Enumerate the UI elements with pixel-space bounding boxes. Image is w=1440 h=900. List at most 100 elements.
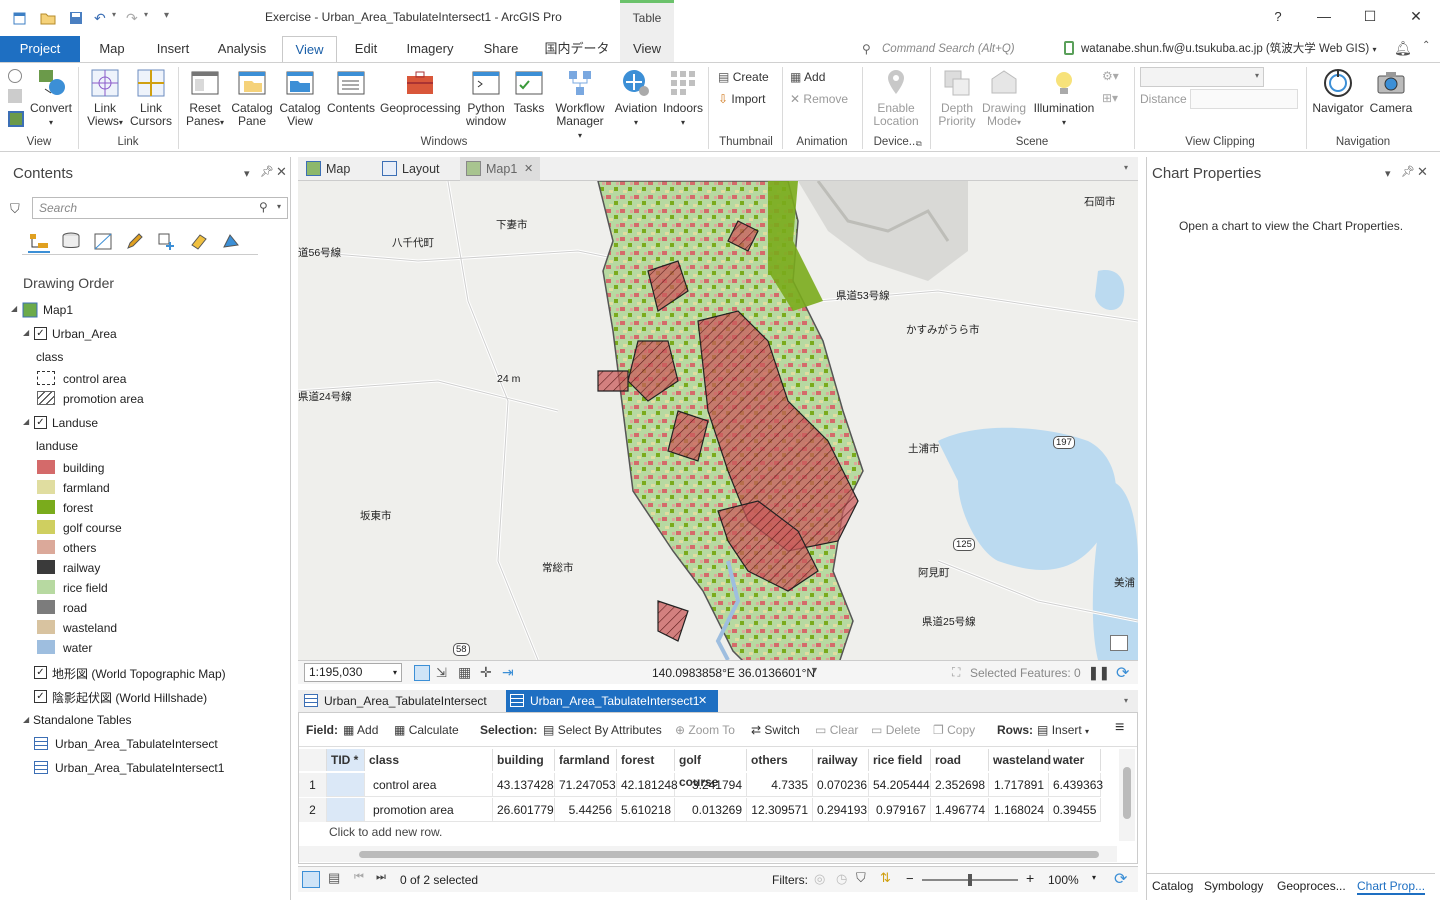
list-by-labeling-icon[interactable] — [188, 231, 210, 251]
table-cell[interactable]: 1.168024 — [989, 798, 1049, 822]
calculate-field-button[interactable]: ▦ Calculate — [394, 722, 459, 738]
table-cell[interactable]: 3.241794 — [675, 773, 747, 797]
expand-toggle-icon[interactable]: ◢ — [23, 417, 29, 426]
tab-layout-view[interactable]: Layout — [376, 157, 456, 181]
scrollbar-thumb[interactable] — [359, 851, 1099, 858]
table-cell[interactable]: 71.247053 — [555, 773, 617, 797]
copy-button[interactable]: ❐ Copy — [933, 722, 975, 738]
close-window-button[interactable]: ✕ — [1406, 8, 1426, 25]
link-cursors-button[interactable]: Link Cursors — [128, 67, 174, 128]
create-thumbnail-button[interactable]: ▤ Create — [718, 69, 769, 85]
pause-drawing-icon[interactable]: ❚❚ — [1088, 665, 1110, 681]
navigator-button[interactable]: Navigator — [1310, 67, 1366, 115]
drawing-mode-button[interactable]: Drawing Mode▾ — [980, 67, 1028, 129]
help-button[interactable]: ? — [1268, 9, 1288, 24]
table-cell[interactable] — [327, 798, 365, 822]
clear-selection-button[interactable]: ▭ Clear — [815, 722, 858, 738]
table-item[interactable]: Urban_Area_TabulateIntersect — [55, 737, 218, 751]
column-header[interactable]: forest — [617, 749, 675, 771]
map-canvas[interactable]: 下妻市八千代町石岡市かすみがうら市土浦市坂東市常総市阿見町美浦24 m県道56号… — [298, 181, 1138, 660]
topographic-basemap-checkbox[interactable]: ✓ — [34, 666, 47, 679]
tab-map[interactable]: Map — [86, 36, 138, 62]
import-thumbnail-button[interactable]: ⇩ Import — [718, 91, 765, 107]
maximize-button[interactable]: ☐ — [1360, 8, 1380, 25]
zoom-level[interactable]: 100% — [1048, 873, 1079, 887]
measure-icon[interactable]: ⇲ — [436, 665, 447, 681]
list-by-source-icon[interactable] — [60, 231, 82, 251]
tab-catalog[interactable]: Catalog — [1152, 879, 1193, 893]
control-area-swatch[interactable] — [37, 371, 55, 385]
select-by-attributes-button[interactable]: ▤ Select By Attributes — [543, 722, 662, 738]
tab-domestic-data[interactable]: 国内データ — [540, 36, 614, 62]
table-cell[interactable]: 6.439363 — [1049, 773, 1103, 797]
list-by-drawing-order-icon[interactable] — [28, 231, 50, 253]
add-animation-button[interactable]: ▦ Add — [790, 69, 825, 85]
column-header[interactable]: TID * — [327, 749, 365, 771]
table-cell[interactable]: 0.070236 — [813, 773, 869, 797]
user-account[interactable]: watanabe.shun.fw@u.tsukuba.ac.jp (筑波大学 W… — [1081, 39, 1376, 60]
landuse-swatch-road[interactable] — [37, 600, 55, 614]
tab-map-view[interactable]: Map — [300, 157, 370, 181]
landuse-swatch-building[interactable] — [37, 460, 55, 474]
pane-menu-icon[interactable]: ▾ — [244, 167, 250, 180]
grid-icon[interactable] — [414, 665, 430, 681]
zoom-slider-thumb[interactable] — [968, 874, 972, 886]
new-project-icon[interactable] — [12, 10, 28, 26]
tab-map1-view[interactable]: Map1 ✕ — [460, 157, 540, 181]
row-selector-header[interactable] — [299, 749, 327, 771]
zoom-to-button[interactable]: ⊕ Zoom To — [675, 722, 735, 738]
tab-share[interactable]: Share — [474, 36, 528, 62]
map-view-icon[interactable] — [8, 111, 24, 127]
table-cell[interactable]: 1.717891 — [989, 773, 1049, 797]
topographic-basemap-layer[interactable]: 地形図 (World Topographic Map) — [52, 665, 226, 682]
zoom-out-icon[interactable]: − — [906, 871, 914, 886]
landuse-swatch-farmland[interactable] — [37, 480, 55, 494]
scene-view-icon[interactable] — [8, 69, 22, 83]
show-all-records-icon[interactable] — [302, 871, 320, 888]
catalog-pane-button[interactable]: Catalog Pane — [230, 67, 274, 128]
tab-analysis[interactable]: Analysis — [210, 36, 274, 62]
chevron-down-icon[interactable]: ▼ — [810, 665, 819, 675]
column-header[interactable]: railway — [813, 749, 869, 771]
tab-table-intersect1[interactable]: Urban_Area_TabulateIntersect1 ✕ — [506, 690, 718, 712]
dialog-launcher-icon[interactable]: ⧉ — [916, 139, 922, 149]
filter-time-icon[interactable]: ◷ — [836, 871, 847, 887]
pane-menu-icon[interactable]: ▾ — [1385, 167, 1391, 180]
landuse-swatch-rice-field[interactable] — [37, 580, 55, 594]
table-grid-icon[interactable]: ▦ — [458, 664, 471, 681]
map-name[interactable]: Map1 — [43, 303, 73, 317]
camera-button[interactable]: Camera — [1366, 67, 1416, 115]
table-cell[interactable]: promotion area — [365, 798, 493, 822]
table-cell[interactable]: 2.352698 — [931, 773, 989, 797]
minimize-button[interactable]: — — [1314, 8, 1334, 24]
urban-area-layer[interactable]: Urban_Area — [52, 327, 117, 341]
column-header[interactable]: building — [493, 749, 555, 771]
expand-toggle-icon[interactable]: ◢ — [11, 304, 17, 313]
refresh-icon[interactable]: ⟳ — [1114, 869, 1127, 889]
close-tab-icon[interactable]: ✕ — [698, 690, 707, 712]
remove-animation-button[interactable]: ✕ Remove — [790, 91, 848, 107]
crosshair-icon[interactable]: ✛ — [480, 664, 492, 681]
depth-priority-button[interactable]: Depth Priority — [934, 67, 980, 128]
filter-range-icon[interactable]: ⇅ — [880, 870, 891, 886]
list-by-editing-icon[interactable] — [124, 231, 146, 251]
row-number[interactable]: 2 — [299, 798, 327, 822]
table-cell[interactable]: 1.496774 — [931, 798, 989, 822]
delete-button[interactable]: ▭ Delete — [871, 722, 920, 738]
table-cell[interactable]: 26.601779 — [493, 798, 555, 822]
landuse-swatch-wasteland[interactable] — [37, 620, 55, 634]
tab-chart-properties[interactable]: Chart Prop... — [1357, 879, 1426, 895]
switch-selection-button[interactable]: ⇄ Switch — [751, 722, 800, 738]
insert-row-button[interactable]: ▤ Insert ▾ — [1037, 722, 1089, 740]
chevron-down-icon[interactable]: ▾ — [1124, 696, 1128, 705]
refresh-icon[interactable]: ⟳ — [1116, 663, 1129, 683]
column-header[interactable]: road — [931, 749, 989, 771]
table-cell[interactable]: 54.205444 — [869, 773, 931, 797]
python-window-button[interactable]: Python window — [464, 67, 508, 128]
table-cell[interactable]: 12.309571 — [747, 798, 813, 822]
clipping-select[interactable]: ▾ — [1140, 67, 1264, 87]
table-cell[interactable]: 5.44256 — [555, 798, 617, 822]
list-by-snapping-icon[interactable] — [156, 231, 178, 251]
landuse-swatch-forest[interactable] — [37, 500, 55, 514]
add-row-hint[interactable]: Click to add new row. — [329, 825, 442, 839]
